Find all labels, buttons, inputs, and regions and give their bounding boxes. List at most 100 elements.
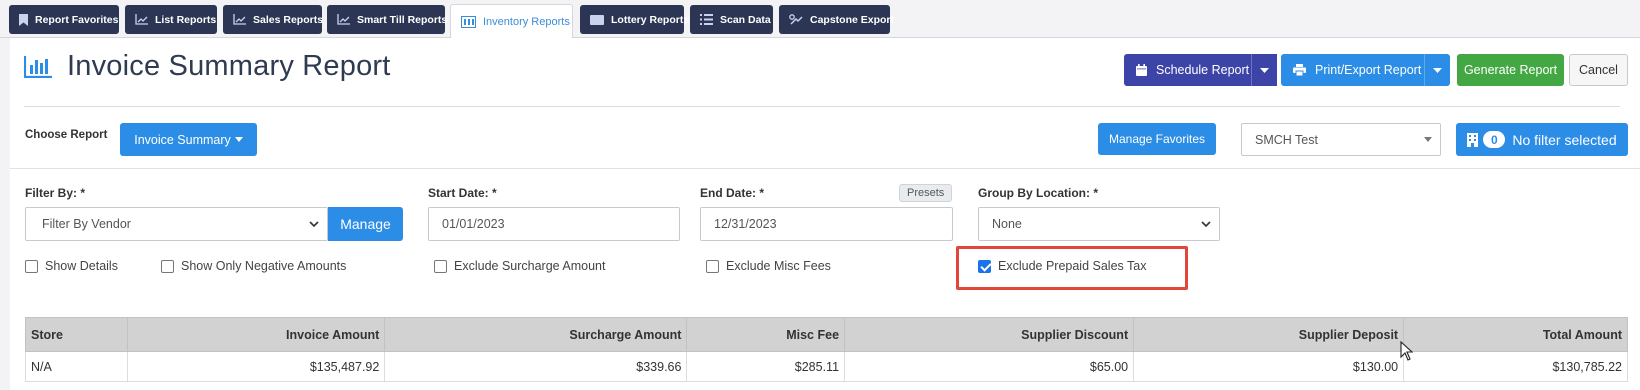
column-header-supplier-deposit[interactable]: Supplier Deposit (1133, 317, 1405, 352)
choose-report-label: Choose Report (25, 129, 108, 141)
mouse-cursor-icon (1400, 341, 1413, 361)
filter-by-value: Filter By Vendor (42, 217, 131, 231)
chevron-down-icon (309, 221, 319, 227)
column-header-surcharge-amount[interactable]: Surcharge Amount (384, 317, 688, 352)
ticket-icon (590, 14, 604, 25)
chevron-down-icon (1201, 221, 1211, 227)
show-details-checkbox[interactable]: Show Details (25, 259, 118, 273)
tab-scan-data[interactable]: Scan Data (690, 5, 773, 34)
section-divider (10, 168, 1640, 169)
column-header-total-amount[interactable]: Total Amount (1403, 317, 1628, 352)
show-only-negative-amounts-label: Show Only Negative Amounts (181, 259, 347, 273)
store-select-value: SMCH Test (1255, 132, 1318, 147)
tab-inventory-reports[interactable]: Inventory Reports (450, 4, 573, 39)
start-date-label: Start Date: * (428, 186, 497, 200)
tab-lottery-reports[interactable]: Lottery Reports (580, 5, 689, 34)
checkbox-box[interactable] (25, 259, 38, 273)
group-by-location-label: Group By Location: * (978, 186, 1098, 200)
group-by-location-select[interactable]: None (978, 207, 1220, 241)
show-only-negative-amounts-checkbox[interactable]: Show Only Negative Amounts (161, 259, 346, 273)
checkbox-box[interactable] (706, 259, 719, 273)
exclude-misc-fees-label: Exclude Misc Fees (726, 259, 831, 273)
line-chart-icon (233, 14, 246, 25)
choose-report-value: Invoice Summary (134, 132, 231, 147)
date-presets-button[interactable]: Presets (899, 184, 953, 202)
print-export-label: Print/Export Report (1315, 63, 1422, 77)
cell-total-amount: $130,785.22 (1403, 351, 1628, 382)
table-row: N/A $135,487.92 $339.66 $285.11 $65.00 $… (24, 351, 1628, 382)
tab-report-favorites[interactable]: Report Favorites (9, 5, 119, 34)
list-icon (700, 14, 713, 25)
cancel-button[interactable]: Cancel (1569, 54, 1628, 86)
checkbox-box[interactable] (434, 259, 447, 273)
tab-label: Smart Till Reports (357, 13, 448, 26)
caret-down-icon (1260, 67, 1269, 73)
exclude-misc-fees-checkbox[interactable]: Exclude Misc Fees (706, 259, 831, 273)
invoice-summary-table: Store Invoice Amount Surcharge Amount Mi… (24, 317, 1628, 382)
report-category-tabs: Report Favorites List Reports Sales Repo… (0, 0, 1640, 39)
caret-down-icon (234, 137, 243, 142)
bar-chart-icon (24, 56, 52, 78)
manage-vendors-button[interactable]: Manage (328, 207, 403, 241)
start-date-value: 01/01/2023 (442, 217, 505, 231)
filter-by-select[interactable]: Filter By Vendor (25, 207, 328, 241)
store-select[interactable]: SMCH Test (1241, 123, 1441, 156)
tab-label: Capstone Export (810, 13, 895, 26)
column-header-invoice-amount[interactable]: Invoice Amount (127, 317, 386, 352)
table-header-row: Store Invoice Amount Surcharge Amount Mi… (24, 317, 1628, 352)
tab-sales-reports[interactable]: Sales Reports (223, 5, 324, 34)
print-export-options-toggle[interactable] (1424, 54, 1450, 86)
schedule-options-toggle[interactable] (1251, 54, 1277, 86)
cell-supplier-deposit: $130.00 (1133, 351, 1405, 382)
show-details-label: Show Details (45, 259, 118, 273)
line-chart-icon (135, 14, 148, 25)
header-divider (24, 106, 1620, 107)
building-icon (1467, 132, 1479, 147)
tab-label: Lottery Reports (611, 13, 690, 26)
highlight-annotation (956, 246, 1188, 290)
line-chart-icon (337, 14, 350, 25)
tab-label: Scan Data (720, 13, 771, 26)
generate-report-button[interactable]: Generate Report (1457, 54, 1564, 86)
end-date-input[interactable]: 12/31/2023 (700, 207, 953, 241)
export-icon (789, 13, 803, 25)
exclude-surcharge-amount-label: Exclude Surcharge Amount (454, 259, 606, 273)
tab-label: Inventory Reports (483, 16, 570, 28)
inventory-icon (461, 16, 476, 28)
cell-invoice-amount: $135,487.92 (127, 351, 386, 382)
tab-smart-till-reports[interactable]: Smart Till Reports (327, 5, 448, 34)
schedule-report-button[interactable]: Schedule Report (1124, 54, 1277, 86)
group-by-location-value: None (992, 217, 1022, 231)
filter-count-badge: 0 (1483, 131, 1506, 148)
end-date-label: End Date: * (700, 186, 765, 200)
printer-icon (1293, 64, 1306, 76)
print-export-report-button[interactable]: Print/Export Report (1281, 54, 1450, 86)
cell-misc-fee: $285.11 (686, 351, 846, 382)
tab-label: List Reports (155, 13, 217, 26)
location-filter-button[interactable]: 0 No filter selected (1456, 123, 1628, 156)
column-header-store[interactable]: Store (24, 317, 129, 352)
cell-surcharge-amount: $339.66 (384, 351, 688, 382)
exclude-surcharge-amount-checkbox[interactable]: Exclude Surcharge Amount (434, 259, 605, 273)
manage-favorites-button[interactable]: Manage Favorites (1098, 123, 1216, 155)
page-title: Invoice Summary Report (67, 50, 391, 82)
filter-by-label: Filter By: * (25, 186, 86, 200)
start-date-input[interactable]: 01/01/2023 (428, 207, 680, 241)
tab-label: Report Favorites (35, 13, 119, 26)
column-header-supplier-discount[interactable]: Supplier Discount (844, 317, 1135, 352)
caret-down-icon (1433, 67, 1442, 73)
cell-store: N/A (24, 351, 129, 382)
checkbox-box[interactable] (161, 259, 174, 273)
tab-capstone-export[interactable]: Capstone Export (779, 5, 894, 34)
tab-list-reports[interactable]: List Reports (125, 5, 217, 34)
filter-status-label: No filter selected (1512, 131, 1617, 148)
bookmark-icon (19, 13, 28, 26)
cell-supplier-discount: $65.00 (844, 351, 1135, 382)
tab-label: Sales Reports (253, 13, 324, 26)
column-header-misc-fee[interactable]: Misc Fee (686, 317, 846, 352)
calendar-icon (1136, 64, 1147, 76)
choose-report-dropdown[interactable]: Invoice Summary (120, 123, 257, 156)
end-date-value: 12/31/2023 (714, 217, 777, 231)
schedule-report-label: Schedule Report (1156, 63, 1250, 77)
caret-down-icon (1424, 137, 1432, 142)
